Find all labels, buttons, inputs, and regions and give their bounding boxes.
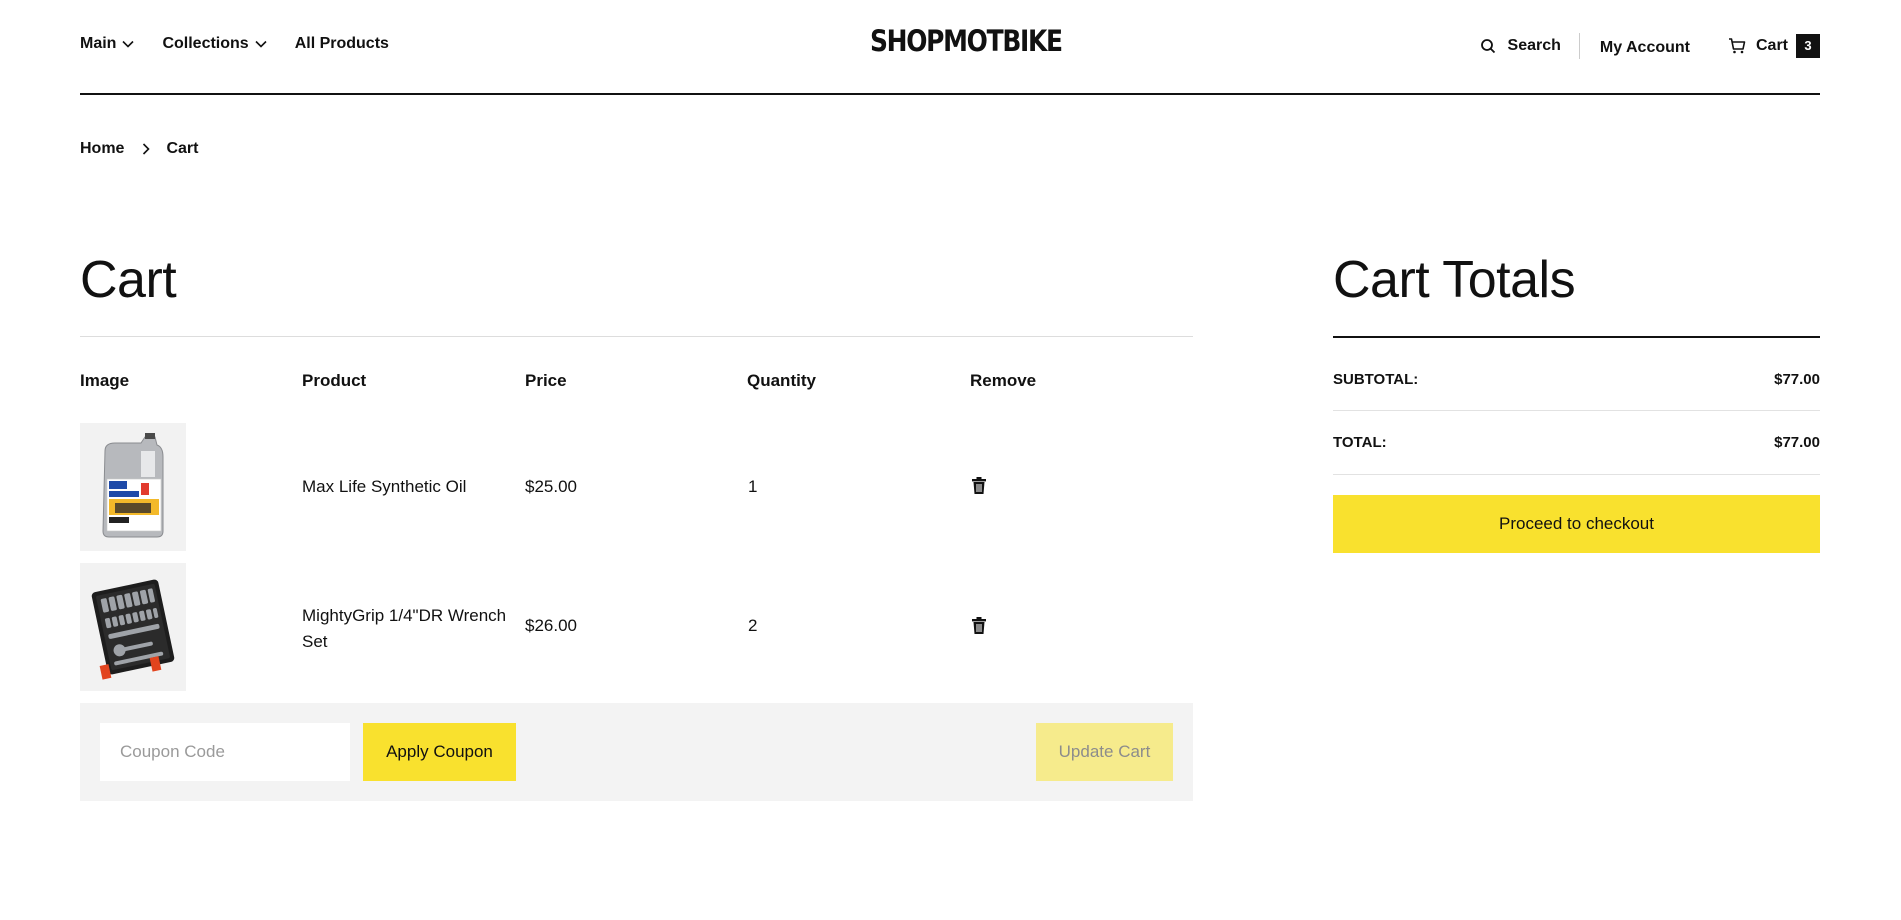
product-quantity[interactable]: 2	[748, 616, 757, 636]
breadcrumb-current: Cart	[166, 140, 199, 157]
nav-item-all-products[interactable]: All Products	[295, 35, 389, 53]
divider	[1333, 336, 1820, 338]
cart-label: Cart	[1755, 37, 1788, 54]
column-header-quantity: Quantity	[747, 371, 816, 390]
proceed-to-checkout-button[interactable]: Proceed to checkout	[1333, 495, 1820, 553]
nav-item-collections[interactable]: Collections	[162, 35, 267, 53]
trash-icon[interactable]	[972, 477, 986, 499]
breadcrumb-home[interactable]: Home	[80, 140, 124, 158]
column-header-price: Price	[525, 371, 567, 390]
subtotal-label: SUBTOTAL:	[1333, 371, 1419, 388]
wrench-set-image[interactable]	[80, 563, 186, 691]
coupon-code-input[interactable]	[100, 723, 350, 781]
apply-coupon-button[interactable]: Apply Coupon	[363, 723, 516, 781]
update-cart-button[interactable]: Update Cart	[1036, 723, 1173, 781]
header-actions: Search My Account Cart 3	[1480, 33, 1820, 59]
total-value: $77.00	[1774, 434, 1820, 451]
cart-title: Cart	[80, 251, 177, 309]
cart-count-badge: 3	[1796, 34, 1820, 58]
column-header-image: Image	[80, 371, 130, 390]
search-icon	[1480, 39, 1495, 54]
my-account-link[interactable]: My Account	[1600, 39, 1690, 57]
column-header-remove: Remove	[970, 371, 1037, 390]
coupon-bar: Apply Coupon Update Cart	[80, 703, 1193, 801]
nav-item-label: All Products	[294, 35, 389, 52]
trash-icon[interactable]	[972, 617, 986, 639]
product-name[interactable]: Max Life Synthetic Oil	[302, 477, 466, 497]
breadcrumb: Home Cart	[80, 140, 198, 158]
nav-item-label: Collections	[162, 35, 249, 52]
product-price: $25.00	[525, 477, 577, 496]
subtotal-row: SUBTOTAL: $77.00	[1333, 371, 1820, 388]
cart-link[interactable]: Cart 3	[1728, 34, 1820, 58]
product-quantity[interactable]: 1	[748, 477, 757, 497]
subtotal-value: $77.00	[1774, 371, 1820, 388]
chevron-right-icon	[142, 143, 151, 155]
nav-item-label: Main	[80, 35, 117, 52]
column-header-product: Product	[302, 371, 367, 390]
total-label: TOTAL:	[1333, 434, 1387, 451]
cart-icon	[1728, 38, 1746, 54]
nav-item-main[interactable]: Main	[80, 35, 135, 53]
search-label: Search	[1507, 37, 1561, 54]
chevron-down-icon	[255, 40, 267, 48]
total-row: TOTAL: $77.00	[1333, 434, 1820, 451]
divider	[80, 336, 1193, 337]
product-price: $26.00	[525, 616, 577, 635]
site-logo[interactable]: SHOPMOTBIKE	[870, 24, 1063, 58]
cart-totals-title: Cart Totals	[1333, 251, 1576, 309]
divider	[1333, 474, 1820, 475]
oil-jug-image[interactable]	[80, 423, 186, 551]
divider	[1333, 410, 1820, 411]
product-name[interactable]: MightyGrip 1/4"DR Wrench Set	[302, 603, 517, 655]
main-nav: Main Collections All Products	[80, 35, 417, 53]
cart-item-row: MightyGrip 1/4"DR Wrench Set $26.00 2	[80, 563, 1193, 691]
search-button[interactable]: Search	[1480, 33, 1580, 59]
site-header: Main Collections All Products SHOPMOTBIK…	[80, 0, 1820, 95]
cart-item-row: Max Life Synthetic Oil $25.00 1	[80, 423, 1193, 551]
chevron-down-icon	[122, 40, 135, 48]
